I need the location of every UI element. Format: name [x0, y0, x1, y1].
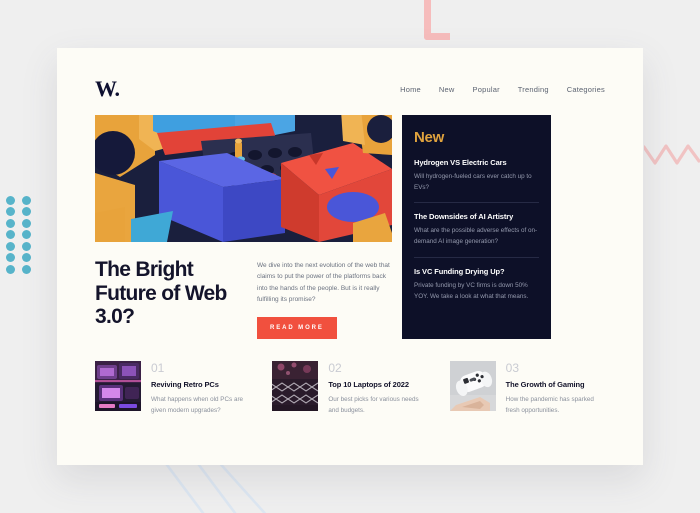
- article-text: 01 Reviving Retro PCs What happens when …: [151, 361, 250, 416]
- nav-item-categories[interactable]: Categories: [567, 85, 605, 94]
- hero-section: The Bright Future of Web 3.0? We dive in…: [57, 100, 643, 339]
- new-item-title: Hydrogen VS Electric Cars: [414, 158, 507, 167]
- new-list-item[interactable]: Is VC Funding Drying Up? Private funding…: [414, 256, 539, 311]
- teal-dot-grid-decoration: [0, 196, 36, 274]
- nav-item-new[interactable]: New: [439, 85, 455, 94]
- site-logo[interactable]: W.: [95, 78, 120, 100]
- nav-item-popular[interactable]: Popular: [473, 85, 500, 94]
- new-item-title: Is VC Funding Drying Up?: [414, 266, 505, 276]
- article-title: The Growth of Gaming: [505, 379, 585, 389]
- new-item-description: What are the possible adverse effects of…: [414, 227, 538, 246]
- main-navigation: Home New Popular Trending Categories: [400, 85, 605, 94]
- new-list-item[interactable]: Hydrogen VS Electric Cars Will hydrogen-…: [414, 158, 539, 202]
- article-title: Reviving Retro PCs: [151, 379, 219, 389]
- article-card[interactable]: 02 Top 10 Laptops of 2022 Our best picks…: [272, 360, 427, 416]
- nav-item-trending[interactable]: Trending: [518, 85, 549, 94]
- site-header: W. Home New Popular Trending Categories: [57, 48, 643, 100]
- page-card: W. Home New Popular Trending Categories: [57, 48, 643, 465]
- pink-l-shape-decoration: [424, 0, 450, 40]
- hero-image[interactable]: [95, 115, 392, 242]
- article-text: 02 Top 10 Laptops of 2022 Our best picks…: [328, 361, 427, 416]
- article-thumbnail-laptops[interactable]: [272, 360, 319, 411]
- article-cards-row: 01 Reviving Retro PCs What happens when …: [57, 339, 643, 416]
- new-list-item[interactable]: The Downsides of AI Artistry What are th…: [414, 202, 539, 256]
- new-articles-panel: New Hydrogen VS Electric Cars Will hydro…: [402, 115, 551, 339]
- article-number: 03: [505, 360, 520, 375]
- article-thumbnail-gaming[interactable]: [449, 360, 496, 411]
- article-card[interactable]: 03 The Growth of Gaming How the pandemic…: [449, 360, 605, 416]
- read-more-button[interactable]: READ MORE: [257, 316, 337, 339]
- article-number: 01: [151, 360, 165, 375]
- article-number: 02: [328, 360, 342, 375]
- new-item-description: Will hydrogen-fueled cars ever catch up …: [414, 173, 532, 191]
- pink-zigzag-decoration: [644, 144, 700, 165]
- hero-main: The Bright Future of Web 3.0? We dive in…: [95, 115, 392, 339]
- article-description: What happens when old PCs are given mode…: [151, 395, 244, 414]
- new-panel-heading: New: [414, 129, 444, 146]
- hero-description: We dive into the next evolution of the w…: [257, 262, 390, 304]
- new-item-description: Private funding by VC firms is down 50% …: [414, 281, 529, 300]
- hero-summary: We dive into the next evolution of the w…: [257, 258, 392, 339]
- article-text: 03 The Growth of Gaming How the pandemic…: [506, 361, 605, 416]
- hero-body: The Bright Future of Web 3.0? We dive in…: [95, 242, 392, 339]
- article-description: How the pandemic has sparked fresh oppor…: [505, 395, 594, 414]
- new-item-title: The Downsides of AI Artistry: [414, 212, 514, 222]
- article-description: Our best picks for various needs and bud…: [328, 395, 419, 414]
- article-thumbnail-retro-pcs[interactable]: [95, 360, 141, 411]
- article-title: Top 10 Laptops of 2022: [328, 379, 409, 389]
- hero-title: The Bright Future of Web 3.0?: [95, 258, 227, 329]
- article-card[interactable]: 01 Reviving Retro PCs What happens when …: [95, 360, 250, 416]
- nav-item-home[interactable]: Home: [400, 85, 421, 94]
